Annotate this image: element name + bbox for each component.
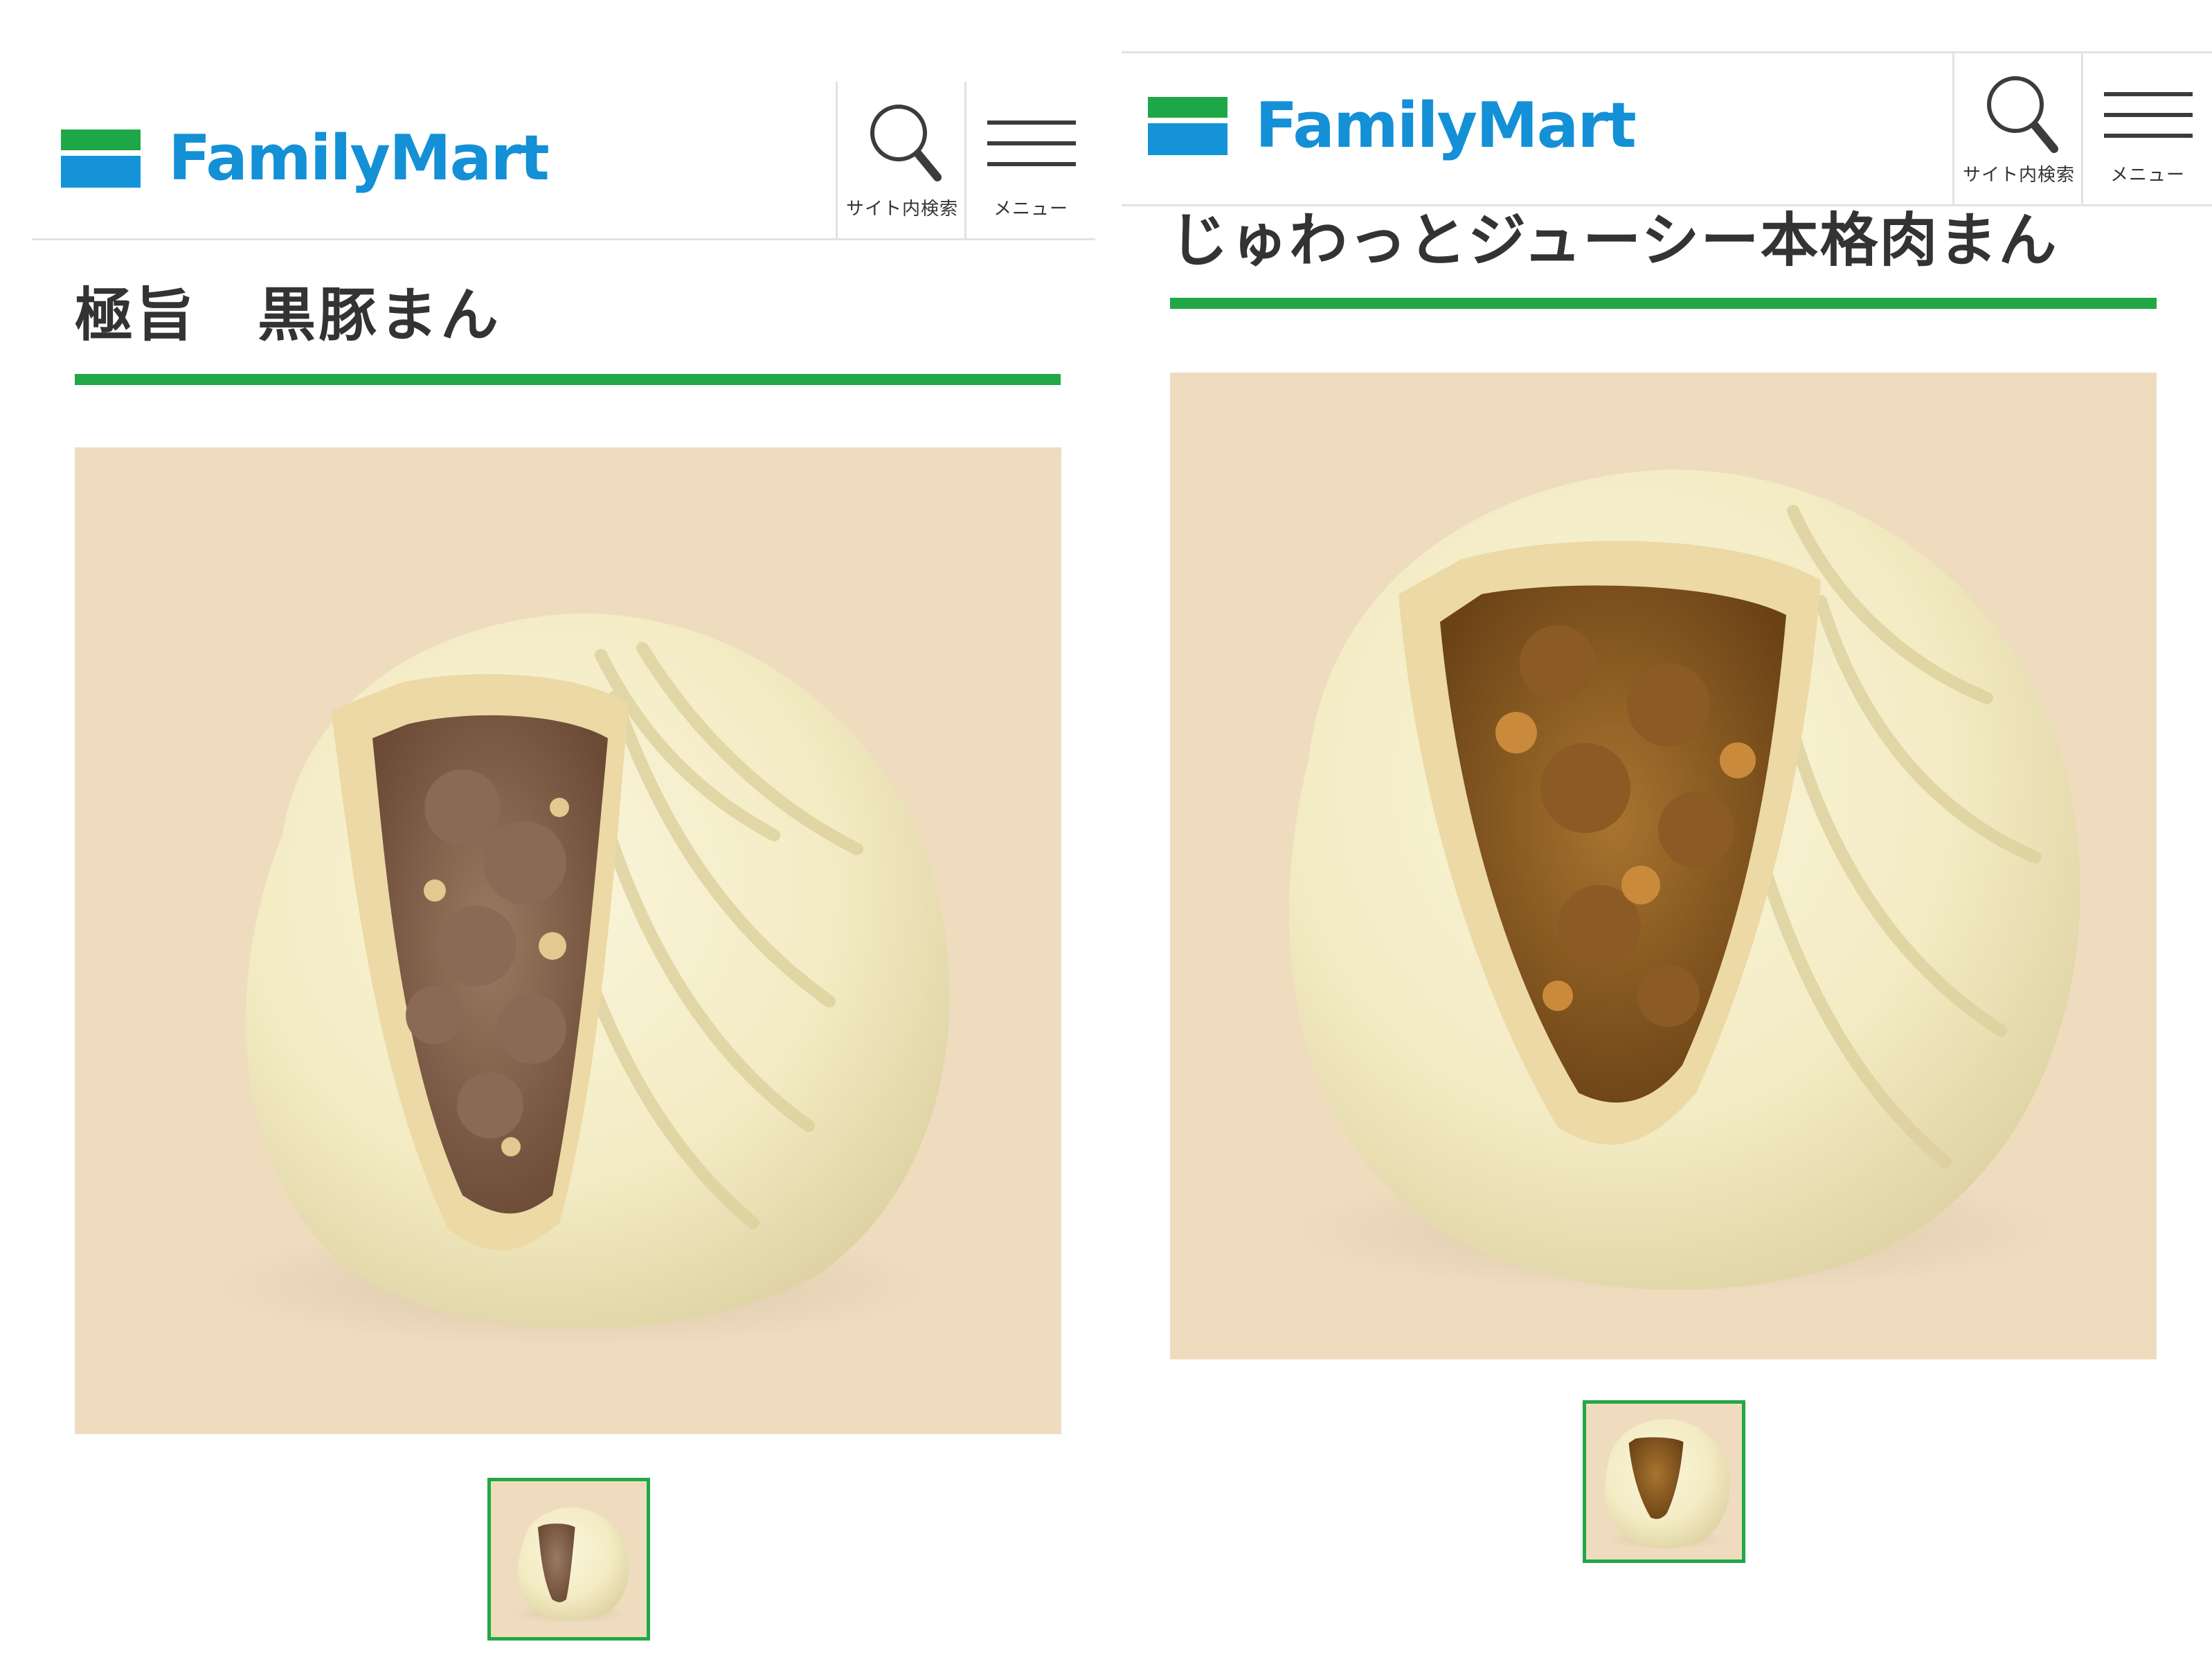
menu-button[interactable]: メニュー — [964, 82, 1095, 238]
menu-label: メニュー — [2110, 165, 2185, 186]
title-underline — [1170, 298, 2157, 309]
familymart-logo[interactable]: FamilyMart — [1148, 89, 1637, 162]
site-header: FamilyMart サイト内検索 メニュー — [1122, 51, 2212, 206]
menu-label: メニュー — [993, 199, 1068, 220]
nikuman-thumbnail — [512, 1507, 629, 1624]
site-header: FamilyMart サイト内検索 メニュー — [32, 82, 1095, 240]
logo-wordmark: FamilyMart — [168, 122, 550, 195]
site-search-button[interactable]: サイト内検索 — [836, 82, 966, 238]
product-main-image — [75, 447, 1061, 1434]
thumbnail-1[interactable] — [487, 1478, 650, 1641]
search-icon — [1987, 76, 2058, 153]
menu-icon — [987, 120, 1076, 183]
product-page-juicy-nikuman: じゅわっとジューシー本格肉まん FamilyMart サイト内検索 メニュー — [1122, 0, 2212, 1662]
search-label: サイト内検索 — [1962, 165, 2075, 186]
search-label: サイト内検索 — [845, 199, 958, 220]
title-underline — [75, 374, 1061, 385]
product-title: 極旨 黒豚まん — [75, 281, 502, 349]
nikuman-photo — [213, 613, 950, 1348]
product-title: じゅわっとジューシー本格肉まん — [1170, 206, 2058, 274]
logo-stripes — [61, 129, 141, 188]
product-page-kurobuta: FamilyMart サイト内検索 メニュー 極旨 黒豚まん — [0, 0, 1101, 1662]
search-icon — [870, 105, 942, 181]
nikuman-thumbnail — [1604, 1419, 1730, 1549]
nikuman-photo — [1288, 470, 2080, 1294]
site-search-button[interactable]: サイト内検索 — [1952, 53, 2083, 204]
logo-wordmark: FamilyMart — [1255, 89, 1637, 162]
menu-icon — [2104, 92, 2193, 154]
familymart-logo[interactable]: FamilyMart — [61, 122, 550, 195]
menu-button[interactable]: メニュー — [2081, 53, 2212, 204]
product-main-image — [1170, 373, 2157, 1359]
logo-stripes — [1148, 97, 1228, 155]
thumbnail-1[interactable] — [1583, 1400, 1745, 1563]
